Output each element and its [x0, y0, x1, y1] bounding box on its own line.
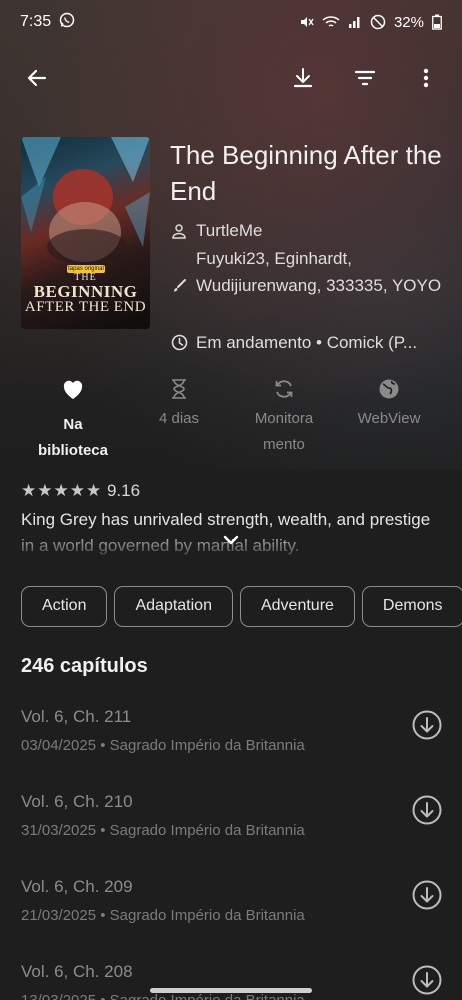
brush-icon [170, 245, 188, 326]
chapter-title: Vol. 6, Ch. 210 [21, 792, 133, 811]
author-row[interactable]: TurtleMe [170, 217, 448, 244]
download-button[interactable] [281, 56, 325, 100]
filter-button[interactable] [343, 56, 387, 100]
update-interval-button[interactable]: 4 dias [124, 374, 234, 432]
chapter-subtitle: 03/04/2025 • Sagrado Império da Britanni… [21, 737, 305, 754]
chapter-download-button[interactable] [411, 964, 443, 996]
download-circle-icon [412, 880, 442, 910]
chapter-title: Vol. 6, Ch. 209 [21, 877, 133, 896]
artist-names: Fuyuki23, Eginhardt, Wudijiurenwang, 333… [196, 249, 442, 295]
status-source: Em andamento • Comick (P... [196, 333, 418, 352]
status-time: 7:35 [20, 13, 52, 30]
chapter-row[interactable]: Vol. 6, Ch. 209 21/03/2025 • Sagrado Imp… [0, 877, 462, 962]
download-circle-icon [412, 795, 442, 825]
chapter-subtitle: 31/03/2025 • Sagrado Império da Britanni… [21, 822, 305, 839]
chapter-download-button[interactable] [411, 709, 443, 741]
chapter-title: Vol. 6, Ch. 211 [21, 707, 132, 726]
heart-icon [18, 374, 128, 404]
status-source-row: Em andamento • Comick (P... [170, 329, 448, 356]
chapters-count: 246 capítulos [21, 655, 148, 677]
chapter-download-button[interactable] [411, 879, 443, 911]
rating-value: 9.16 [106, 481, 141, 500]
arrow-back-icon [27, 69, 47, 87]
tag-chip[interactable]: Demons [361, 586, 462, 627]
globe-icon [334, 374, 444, 404]
chapter-download-button[interactable] [411, 794, 443, 826]
wifi-icon [322, 14, 340, 30]
mute-icon [298, 14, 314, 30]
download-circle-icon [412, 965, 442, 995]
tag-chip[interactable]: Adventure [239, 586, 355, 627]
chapter-row[interactable]: Vol. 6, Ch. 208 13/03/2025 • Sagrado Imp… [0, 962, 462, 1000]
filter-icon [354, 70, 376, 86]
back-button[interactable] [15, 56, 59, 100]
hourglass-icon [124, 374, 234, 404]
action-row: Na biblioteca 4 dias Monitora mento WebV… [0, 374, 462, 464]
chapter-subtitle: 21/03/2025 • Sagrado Império da Britanni… [21, 907, 305, 924]
battery-percent: 32% [393, 13, 424, 31]
battery-icon [432, 14, 442, 30]
rating-stars: ★★★★★ [21, 481, 103, 500]
genre-tags: Action Adaptation Adventure Demons [21, 586, 462, 627]
cover-image[interactable]: tapas original THE BEGINNING AFTER THE E… [21, 137, 150, 329]
home-indicator[interactable] [150, 988, 312, 993]
artist-row[interactable]: Fuyuki23, Eginhardt, Wudijiurenwang, 333… [170, 245, 448, 326]
person-icon [170, 217, 188, 244]
webview-label: WebView [357, 410, 421, 427]
webview-button[interactable]: WebView [334, 374, 444, 432]
chapter-subtitle: 13/03/2025 • Sagrado Império da Britanni… [21, 992, 305, 1000]
tracking-button[interactable]: Monitora mento [229, 374, 339, 458]
clock-icon [170, 329, 188, 356]
library-button[interactable]: Na biblioteca [18, 374, 128, 464]
chapter-title: Vol. 6, Ch. 208 [21, 962, 133, 981]
library-label: Na biblioteca [37, 416, 108, 459]
cover-title: THE BEGINNING AFTER THE END [24, 272, 147, 315]
tag-chip[interactable]: Action [21, 586, 108, 627]
rating: ★★★★★ 9.16 [21, 481, 140, 501]
expand-description-button[interactable] [221, 530, 241, 550]
status-bar: 7:35 32% [0, 0, 462, 44]
chapter-row[interactable]: Vol. 6, Ch. 210 31/03/2025 • Sagrado Imp… [0, 792, 462, 877]
whatsapp-icon [59, 12, 75, 33]
signal-icon [348, 15, 362, 29]
chevron-down-icon [223, 535, 239, 545]
tracking-label: Monitora mento [254, 410, 314, 453]
manga-title[interactable]: The Beginning After the End [170, 137, 450, 209]
dnd-icon [370, 14, 386, 30]
download-circle-icon [412, 710, 442, 740]
more-vert-icon [423, 68, 429, 88]
sync-icon [229, 374, 339, 404]
more-options-button[interactable] [404, 56, 448, 100]
tag-chip[interactable]: Adaptation [114, 586, 233, 627]
top-toolbar [0, 56, 462, 100]
chapter-row[interactable]: Vol. 6, Ch. 211 03/04/2025 • Sagrado Imp… [0, 707, 462, 792]
download-icon [293, 68, 313, 88]
author-name: TurtleMe [196, 221, 263, 240]
update-interval-label: 4 dias [158, 410, 200, 427]
